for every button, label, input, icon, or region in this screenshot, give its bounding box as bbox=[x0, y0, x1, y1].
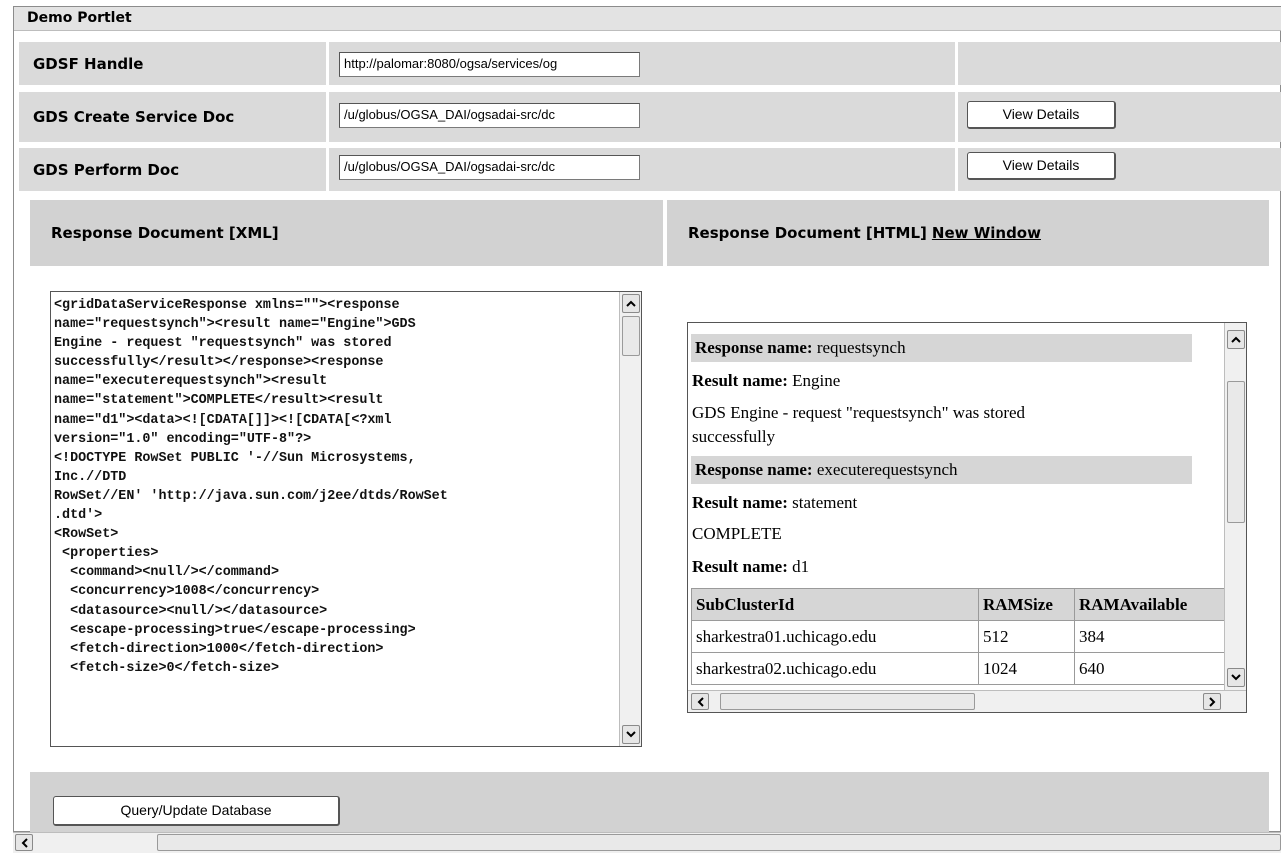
query-update-database-button[interactable]: Query/Update Database bbox=[53, 796, 340, 826]
xml-response-heading: Response Document [XML] bbox=[51, 224, 279, 242]
table-cell: sharkestra02.uchicago.edu bbox=[691, 652, 979, 685]
gds-create-service-doc-label: GDS Create Service Doc bbox=[33, 108, 235, 126]
engine-message-line-1: GDS Engine - request "requestsynch" was … bbox=[692, 403, 1026, 422]
result-name-value: Engine bbox=[792, 371, 841, 390]
html-response-header: Response Document [HTML] New Window bbox=[667, 200, 1269, 266]
result-name-row-3: Result name: d1 bbox=[692, 557, 809, 577]
table-row: sharkestra02.uchicago.edu 1024 640 bbox=[691, 652, 1225, 685]
page-hscroll-thumb[interactable] bbox=[157, 834, 1281, 851]
status-text: COMPLETE bbox=[692, 524, 782, 543]
scroll-right-icon[interactable] bbox=[1203, 693, 1221, 710]
html-scroll-thumb[interactable] bbox=[1227, 381, 1245, 523]
response-name-label: Response name: bbox=[695, 460, 813, 479]
gds-perform-doc-label: GDS Perform Doc bbox=[33, 160, 180, 179]
table-cell: 1024 bbox=[978, 652, 1075, 685]
response-name-value: requestsynch bbox=[816, 338, 906, 357]
result-name-row-2: Result name: statement bbox=[692, 493, 857, 513]
column-header: RAMSize bbox=[978, 588, 1075, 621]
gds-perform-doc-input[interactable]: /u/globus/OGSA_DAI/ogsadai-src/dc bbox=[339, 155, 640, 180]
html-response-heading: Response Document [HTML] bbox=[688, 224, 927, 242]
gdsf-handle-action-cell bbox=[958, 42, 1281, 85]
scroll-up-icon[interactable] bbox=[1227, 330, 1245, 349]
gdsf-handle-input[interactable]: http://palomar:8080/ogsa/services/og bbox=[339, 52, 640, 77]
result-name-label: Result name: bbox=[692, 557, 788, 576]
scroll-up-icon[interactable] bbox=[622, 294, 640, 313]
result-name-value: d1 bbox=[792, 557, 810, 576]
table-cell: 384 bbox=[1074, 620, 1225, 653]
xml-response-text: <gridDataServiceResponse xmlns=""><respo… bbox=[54, 298, 448, 676]
table-cell: 640 bbox=[1074, 652, 1225, 685]
html-horizontal-scrollbar[interactable] bbox=[688, 690, 1246, 712]
xml-vertical-scrollbar[interactable] bbox=[619, 292, 641, 746]
gds-perform-doc-label-cell: GDS Perform Doc bbox=[19, 148, 326, 191]
scroll-left-icon[interactable] bbox=[15, 834, 33, 851]
portlet-title-bar: Demo Portlet bbox=[14, 7, 1281, 31]
response-name-row-1: Response name: requestsynch bbox=[691, 334, 1192, 362]
result-name-value: statement bbox=[792, 493, 858, 512]
result-name-row-1: Result name: Engine bbox=[692, 371, 840, 391]
xml-scroll-thumb[interactable] bbox=[622, 316, 640, 356]
table-cell: sharkestra01.uchicago.edu bbox=[691, 620, 979, 653]
gdsf-handle-label-cell: GDSF Handle bbox=[19, 42, 326, 85]
column-header: SubClusterId bbox=[691, 588, 979, 621]
html-response-pane[interactable]: Response name: requestsynch Result name:… bbox=[687, 322, 1247, 713]
engine-message-line-2: successfully bbox=[692, 427, 776, 446]
scroll-left-icon[interactable] bbox=[691, 693, 709, 710]
column-header: RAMAvailable bbox=[1074, 588, 1225, 621]
response-name-row-2: Response name: executerequestsynch bbox=[691, 456, 1192, 484]
xml-response-header: Response Document [XML] bbox=[30, 200, 663, 266]
rowset-table: SubClusterId RAMSize RAMAvailable sharke… bbox=[691, 588, 1225, 685]
scroll-down-icon[interactable] bbox=[622, 725, 640, 744]
response-name-value: executerequestsynch bbox=[816, 460, 958, 479]
html-vertical-scrollbar[interactable] bbox=[1224, 323, 1246, 690]
html-hscroll-thumb[interactable] bbox=[720, 693, 975, 710]
table-cell: 512 bbox=[978, 620, 1075, 653]
xml-response-textarea[interactable]: <gridDataServiceResponse xmlns=""><respo… bbox=[50, 291, 642, 747]
result-name-label: Result name: bbox=[692, 493, 788, 512]
portlet-title: Demo Portlet bbox=[27, 10, 132, 26]
response-name-label: Response name: bbox=[695, 338, 813, 357]
table-row: sharkestra01.uchicago.edu 512 384 bbox=[691, 620, 1225, 653]
view-details-button-perform[interactable]: View Details bbox=[967, 152, 1116, 180]
new-window-link[interactable]: New Window bbox=[932, 224, 1041, 242]
result-name-label: Result name: bbox=[692, 371, 788, 390]
gdsf-handle-label: GDSF Handle bbox=[33, 54, 144, 73]
table-header-row: SubClusterId RAMSize RAMAvailable bbox=[691, 588, 1225, 621]
scroll-down-icon[interactable] bbox=[1227, 668, 1245, 687]
gds-create-service-doc-label-cell: GDS Create Service Doc bbox=[19, 92, 326, 142]
page-horizontal-scrollbar[interactable] bbox=[13, 832, 1281, 853]
view-details-button-create[interactable]: View Details bbox=[967, 101, 1116, 129]
gds-create-service-doc-input[interactable]: /u/globus/OGSA_DAI/ogsadai-src/dc bbox=[339, 103, 640, 128]
